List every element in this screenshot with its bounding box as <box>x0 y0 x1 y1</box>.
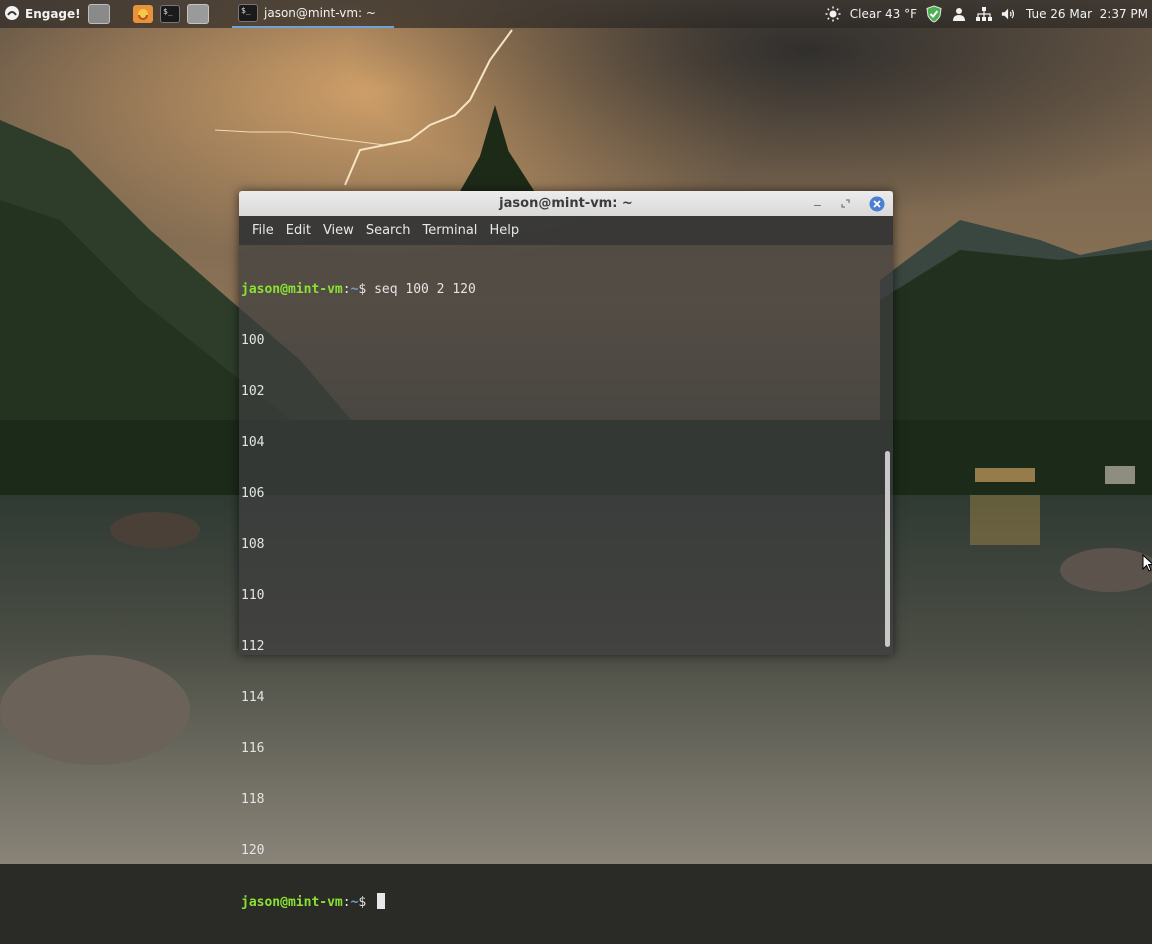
shield-check-icon[interactable] <box>926 5 942 23</box>
output-line: 114 <box>241 690 265 705</box>
output-line: 120 <box>241 843 265 858</box>
prompt-symbol: $ <box>358 895 375 910</box>
output-line: 112 <box>241 639 265 654</box>
mint-logo-icon <box>4 5 20 24</box>
show-desktop-launcher[interactable] <box>88 0 110 28</box>
menu-help[interactable]: Help <box>483 220 525 242</box>
maximize-icon <box>841 199 850 208</box>
prompt-user: jason@mint-vm <box>241 895 343 910</box>
command-line: jason@mint-vm:~$ seq 100 2 120 <box>241 281 893 298</box>
files-launcher[interactable] <box>187 0 209 28</box>
user-icon[interactable] <box>951 6 967 22</box>
window-titlebar[interactable]: jason@mint-vm: ~ <box>239 191 893 216</box>
mouse-cursor-icon <box>1142 553 1152 576</box>
current-prompt-line: jason@mint-vm:~$ <box>241 893 893 910</box>
output-line: 102 <box>241 384 265 399</box>
text-cursor <box>377 893 386 909</box>
system-tray: Clear 43 °F Tue 26 Mar 2:37 PM <box>825 0 1148 28</box>
terminal-scrollbar[interactable] <box>885 451 890 647</box>
menu-view[interactable]: View <box>317 220 360 242</box>
close-icon <box>869 196 884 211</box>
menu-terminal[interactable]: Terminal <box>416 220 483 242</box>
top-panel: Engage! $_ $_ jason@mint-vm: ~ Clear 43 … <box>0 0 1152 28</box>
show-desktop-icon <box>88 4 110 24</box>
main-menu-button[interactable]: Engage! <box>4 0 81 28</box>
prompt-path: ~ <box>350 895 359 910</box>
folder-icon <box>187 4 209 24</box>
terminal-launcher[interactable]: $_ <box>160 0 180 28</box>
output-line: 104 <box>241 435 265 450</box>
terminal-window: jason@mint-vm: ~ File Edit View Search T… <box>239 191 893 910</box>
output-line: 108 <box>241 537 265 552</box>
menu-search[interactable]: Search <box>360 220 417 242</box>
close-button[interactable] <box>868 195 885 212</box>
prompt-separator: : <box>342 282 351 297</box>
clock[interactable]: Tue 26 Mar 2:37 PM <box>1026 7 1148 21</box>
terminal-icon: $_ <box>160 5 180 23</box>
terminal-output-area[interactable]: jason@mint-vm:~$ seq 100 2 120 100 102 1… <box>239 245 893 910</box>
output-line: 110 <box>241 588 265 603</box>
taskbar-item-terminal[interactable]: $_ jason@mint-vm: ~ <box>232 0 394 28</box>
terminal-lines: jason@mint-vm:~$ seq 100 2 120 100 102 1… <box>239 245 893 944</box>
command-text: seq 100 2 120 <box>374 282 476 297</box>
minimize-button[interactable] <box>809 195 826 212</box>
window-title: jason@mint-vm: ~ <box>499 196 633 211</box>
output-line: 100 <box>241 333 265 348</box>
sun-icon[interactable] <box>825 6 841 22</box>
output-line: 106 <box>241 486 265 501</box>
terminal-icon: $_ <box>238 4 258 22</box>
prompt-separator: : <box>342 895 351 910</box>
prompt-user: jason@mint-vm <box>241 282 343 297</box>
network-icon[interactable] <box>975 6 992 22</box>
output-line: 118 <box>241 792 265 807</box>
maximize-button[interactable] <box>837 195 854 212</box>
menu-edit[interactable]: Edit <box>280 220 317 242</box>
main-menu-label: Engage! <box>25 7 81 21</box>
terminal-menubar: File Edit View Search Terminal Help <box>239 216 893 245</box>
weather-text[interactable]: Clear 43 °F <box>850 7 917 21</box>
firefox-icon <box>133 5 153 23</box>
firefox-launcher[interactable] <box>133 0 153 28</box>
minimize-icon <box>814 205 821 206</box>
menu-file[interactable]: File <box>246 220 280 242</box>
taskbar-item-label: jason@mint-vm: ~ <box>264 6 376 20</box>
prompt-symbol: $ <box>358 282 375 297</box>
output-line: 116 <box>241 741 265 756</box>
volume-icon[interactable] <box>1001 6 1017 22</box>
